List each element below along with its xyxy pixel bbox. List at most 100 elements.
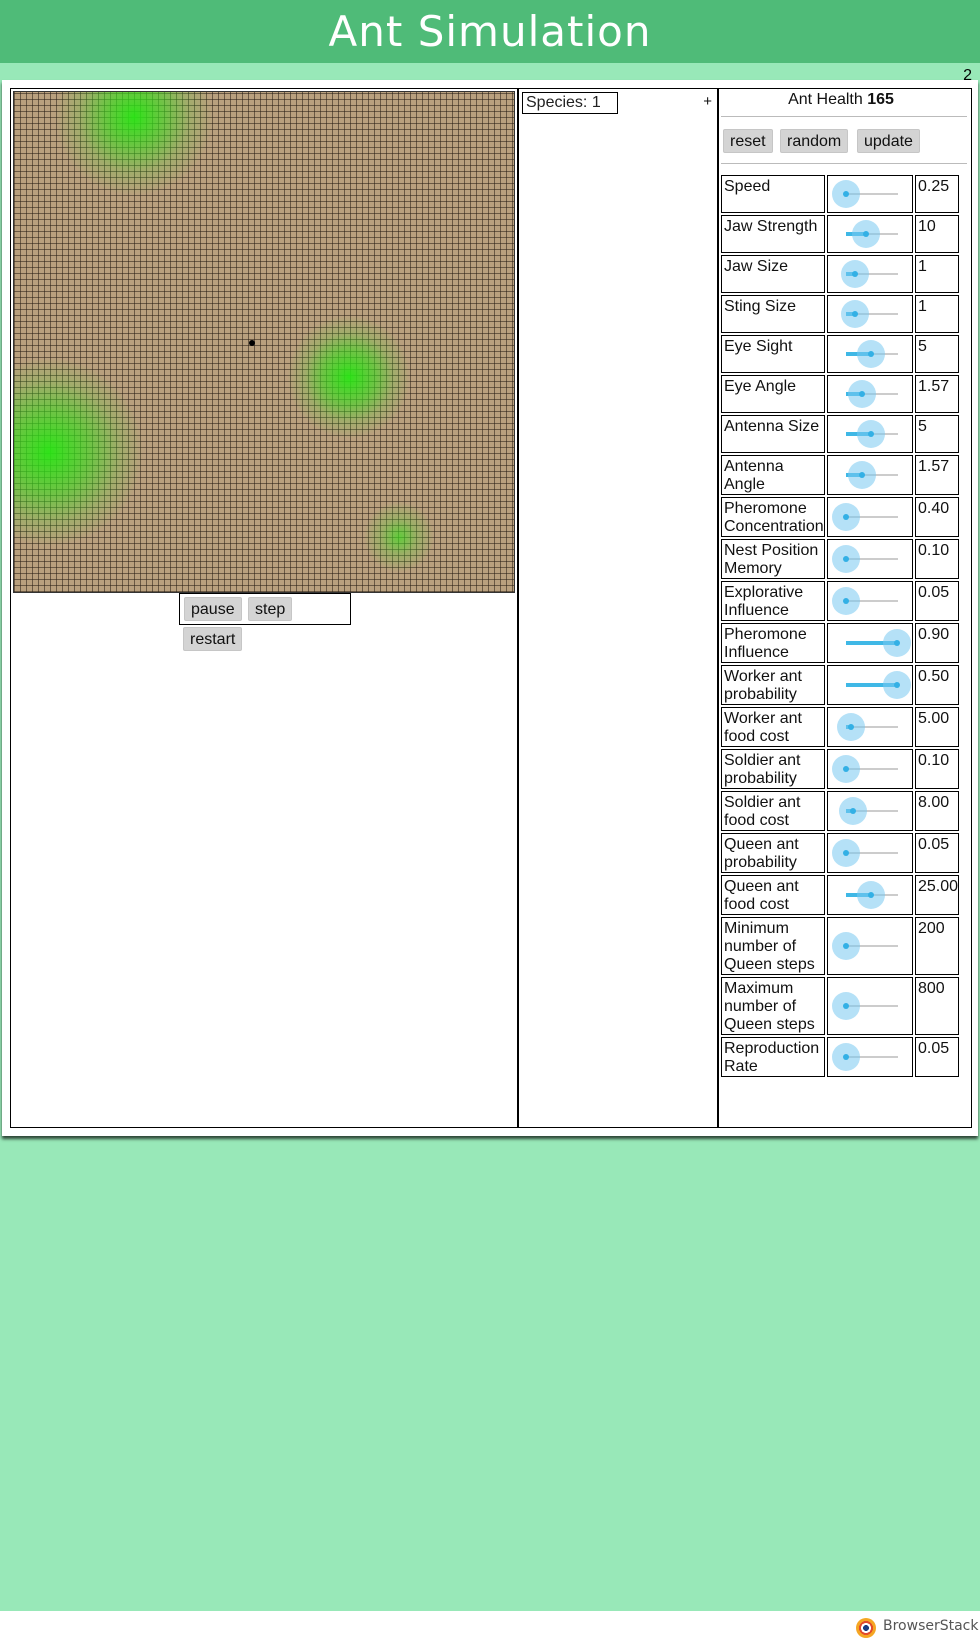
slider-knob[interactable]: [847, 380, 876, 408]
add-species-button[interactable]: +: [703, 93, 712, 110]
simulation-canvas[interactable]: [13, 91, 515, 593]
parameter-label: Sting Size: [721, 295, 825, 333]
parameter-slider[interactable]: [827, 215, 913, 253]
parameter-slider[interactable]: [827, 375, 913, 413]
slider-knob[interactable]: [832, 992, 860, 1020]
parameter-slider[interactable]: [827, 707, 913, 747]
parameter-value[interactable]: 1: [915, 295, 959, 333]
step-button[interactable]: step: [248, 597, 293, 621]
parameter-slider[interactable]: [827, 581, 913, 621]
slider-knob[interactable]: [832, 839, 860, 867]
browserstack-logo-icon: [856, 1618, 876, 1638]
parameter-value[interactable]: 0.05: [915, 581, 959, 621]
parameter-slider[interactable]: [827, 833, 913, 873]
parameter-value[interactable]: 200: [915, 917, 959, 975]
slider-track: [846, 340, 898, 368]
parameter-value[interactable]: 1.57: [915, 455, 959, 495]
parameter-slider[interactable]: [827, 335, 913, 373]
parameter-label: Reproduction Rate: [721, 1037, 825, 1077]
parameter-slider[interactable]: [827, 255, 913, 293]
parameter-label: Maximum number of Queen steps: [721, 977, 825, 1035]
parameter-slider[interactable]: [827, 175, 913, 213]
parameter-value[interactable]: 1: [915, 255, 959, 293]
slider-knob[interactable]: [856, 420, 885, 448]
slider-knob[interactable]: [832, 755, 860, 783]
parameter-row: Jaw Strength 10: [721, 215, 969, 253]
parameter-slider[interactable]: [827, 415, 913, 453]
parameter-slider[interactable]: [827, 977, 913, 1035]
parameter-row: Pheromone Concentration 0.40: [721, 497, 969, 537]
restart-button[interactable]: restart: [183, 627, 243, 651]
slider-knob[interactable]: [839, 797, 868, 825]
simulation-column: pause step restart: [10, 88, 518, 1128]
pause-button[interactable]: pause: [184, 597, 242, 621]
parameter-value[interactable]: 0.25: [915, 175, 959, 213]
parameter-row: Worker ant food cost 5.00: [721, 707, 969, 747]
slider-knob[interactable]: [856, 881, 885, 909]
slider-knob[interactable]: [837, 713, 866, 741]
parameter-row: Eye Sight 5: [721, 335, 969, 373]
parameter-label: Antenna Size: [721, 415, 825, 453]
parameter-row: Soldier ant probability 0.10: [721, 749, 969, 789]
parameter-label: Jaw Size: [721, 255, 825, 293]
parameter-value[interactable]: 0.05: [915, 833, 959, 873]
slider-knob[interactable]: [841, 260, 870, 288]
parameter-label: Soldier ant probability: [721, 749, 825, 789]
slider-knob[interactable]: [882, 671, 911, 699]
species-selector[interactable]: Species: 1: [522, 92, 618, 114]
slider-knob[interactable]: [851, 220, 880, 248]
slider-knob[interactable]: [832, 587, 860, 615]
parameter-slider[interactable]: [827, 497, 913, 537]
parameter-value[interactable]: 8.00: [915, 791, 959, 831]
parameter-slider[interactable]: [827, 623, 913, 663]
parameter-row: Antenna Angle 1.57: [721, 455, 969, 495]
parameter-slider[interactable]: [827, 791, 913, 831]
random-button[interactable]: random: [780, 129, 849, 153]
parameter-value[interactable]: 5: [915, 415, 959, 453]
slider-track: [846, 380, 898, 408]
slider-knob[interactable]: [832, 503, 860, 531]
parameter-value[interactable]: 0.10: [915, 539, 959, 579]
parameter-value[interactable]: 5.00: [915, 707, 959, 747]
parameter-row: Eye Angle 1.57: [721, 375, 969, 413]
slider-track: [832, 587, 898, 615]
parameter-slider[interactable]: [827, 539, 913, 579]
update-button[interactable]: update: [857, 129, 920, 153]
parameter-value[interactable]: 0.10: [915, 749, 959, 789]
parameter-value[interactable]: 0.05: [915, 1037, 959, 1077]
parameter-value[interactable]: 0.50: [915, 665, 959, 705]
parameter-row: Queen ant food cost 25.00: [721, 875, 969, 915]
parameter-value[interactable]: 0.40: [915, 497, 959, 537]
slider-knob[interactable]: [841, 300, 870, 328]
parameter-slider[interactable]: [827, 917, 913, 975]
parameter-slider[interactable]: [827, 749, 913, 789]
slider-track: [832, 992, 898, 1020]
parameter-slider[interactable]: [827, 295, 913, 333]
ant-health-value: 165: [867, 91, 894, 108]
parameter-slider[interactable]: [827, 455, 913, 495]
slider-track: [832, 839, 898, 867]
slider-knob[interactable]: [847, 461, 876, 489]
slider-knob[interactable]: [832, 932, 860, 960]
reset-button[interactable]: reset: [723, 129, 773, 153]
parameter-value[interactable]: 800: [915, 977, 959, 1035]
parameter-label: Speed: [721, 175, 825, 213]
slider-knob[interactable]: [832, 545, 860, 573]
parameter-row: Nest Position Memory 0.10: [721, 539, 969, 579]
parameter-value[interactable]: 0.90: [915, 623, 959, 663]
parameter-value[interactable]: 5: [915, 335, 959, 373]
slider-knob[interactable]: [832, 180, 860, 208]
slider-knob[interactable]: [856, 340, 885, 368]
parameter-row: Antenna Size 5: [721, 415, 969, 453]
slider-knob[interactable]: [832, 1043, 860, 1071]
slider-knob[interactable]: [882, 629, 911, 657]
main-panel: 2 pause step restart Species: 1 + Ant He…: [2, 67, 978, 1136]
parameter-value[interactable]: 1.57: [915, 375, 959, 413]
footer-bar: [0, 1611, 980, 1645]
parameter-value[interactable]: 10: [915, 215, 959, 253]
parameter-slider[interactable]: [827, 1037, 913, 1077]
slider-track: [832, 932, 898, 960]
parameter-value[interactable]: 25.00: [915, 875, 959, 915]
parameter-slider[interactable]: [827, 875, 913, 915]
parameter-slider[interactable]: [827, 665, 913, 705]
